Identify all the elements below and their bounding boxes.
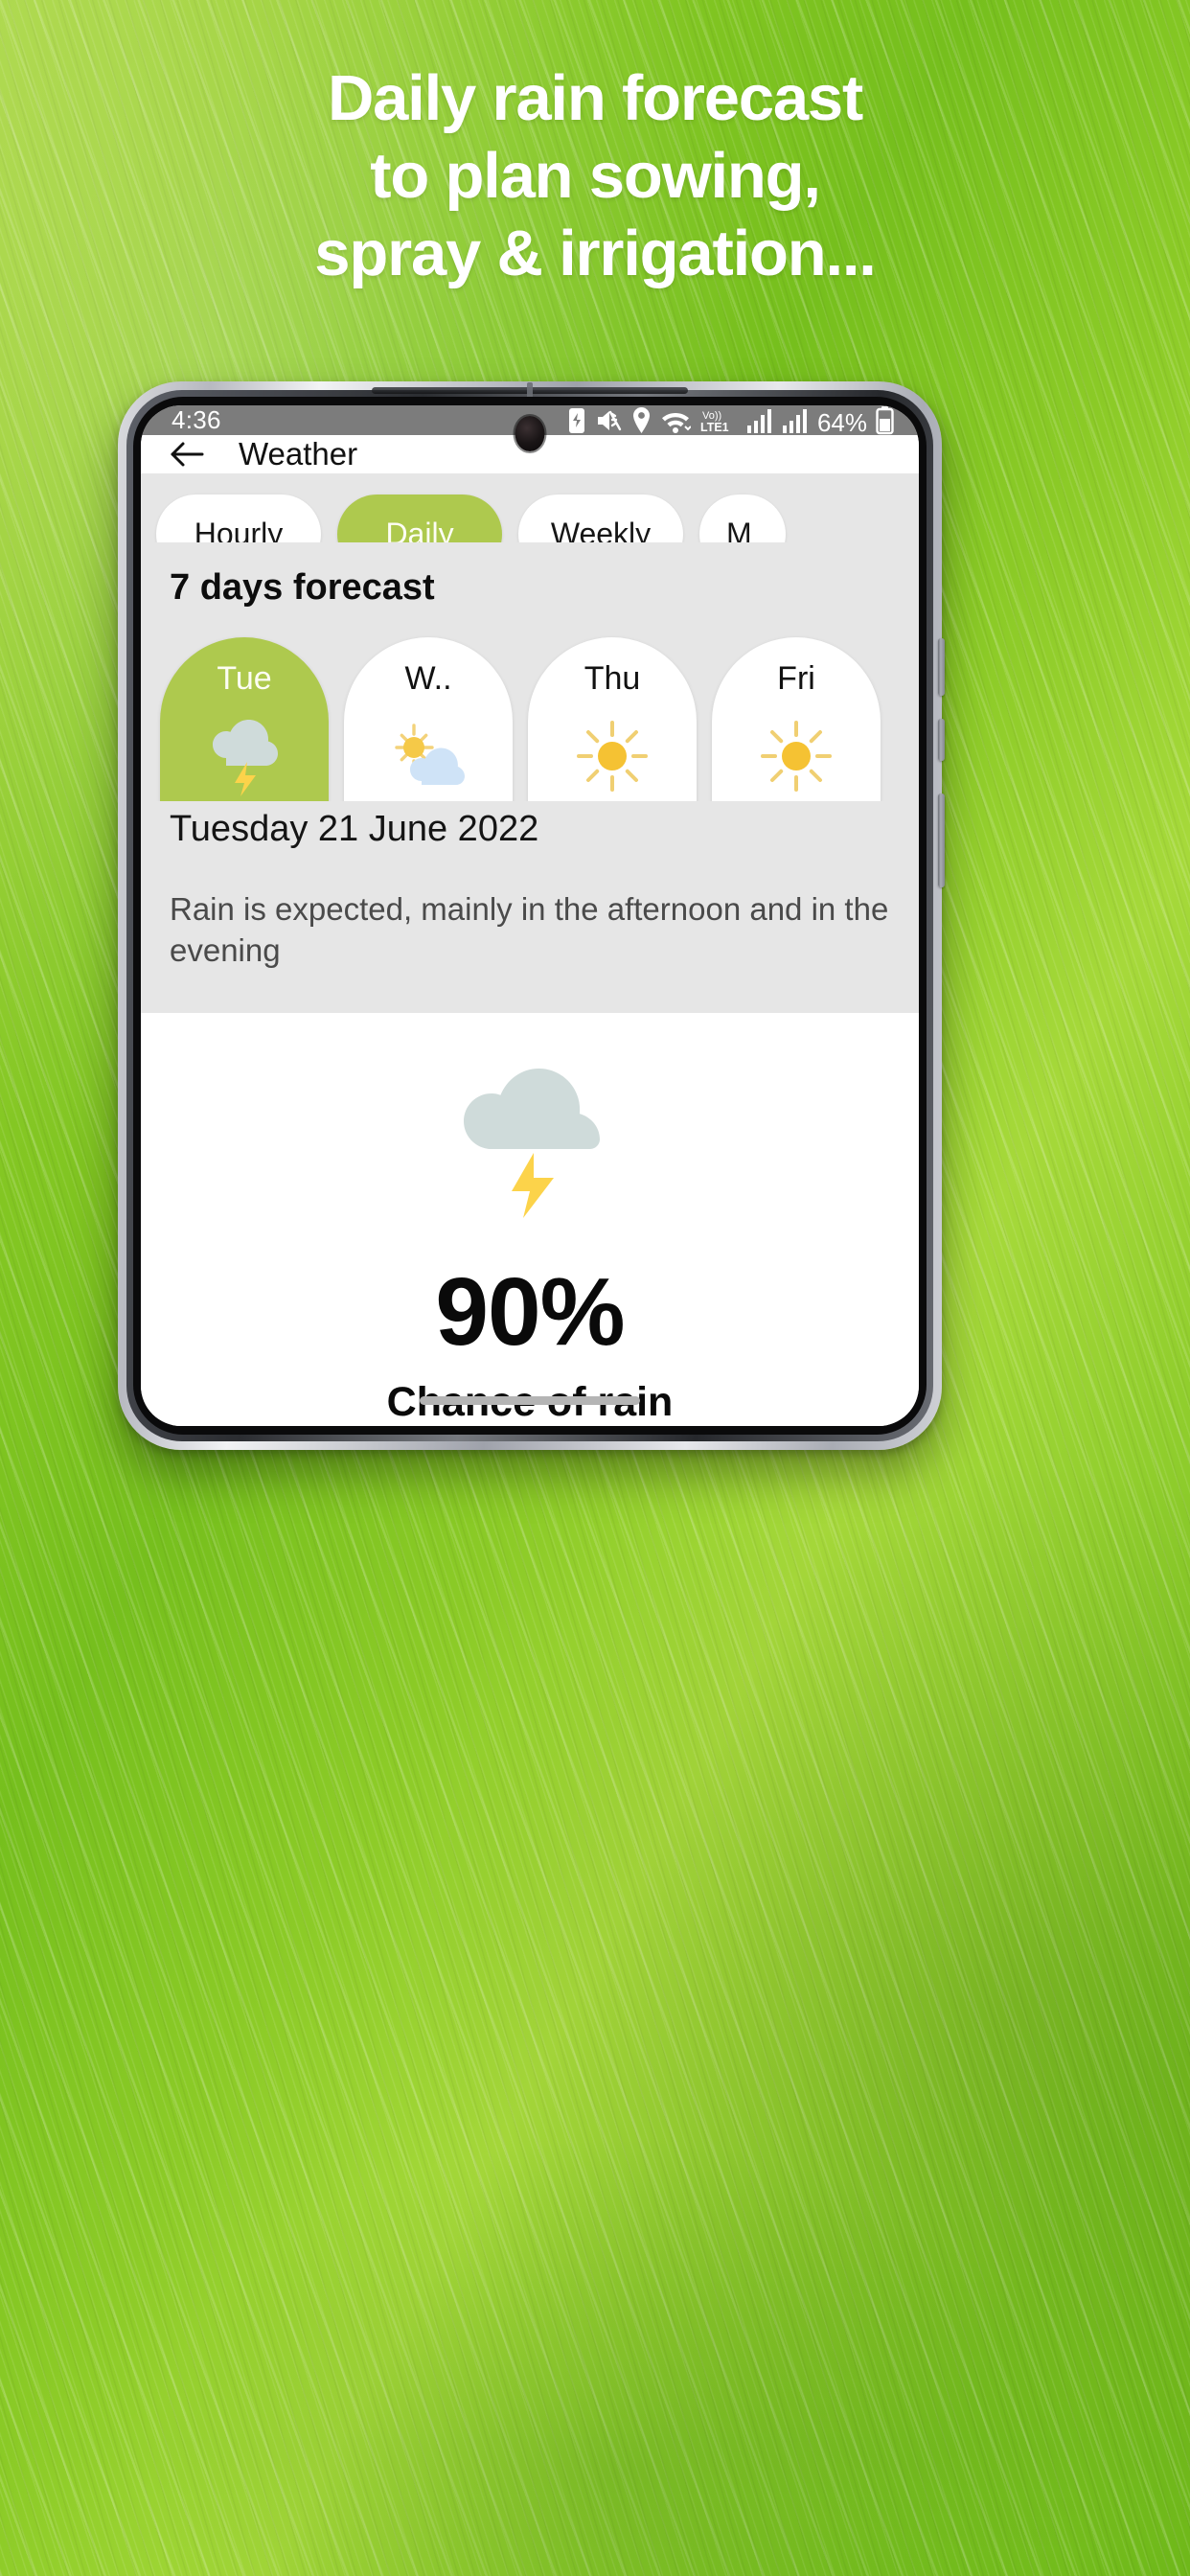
selected-day-detail: Tuesday 21 June 2022 Rain is expected, m…: [141, 801, 919, 1013]
tab-hourly[interactable]: Hourly: [156, 494, 321, 542]
tab-monthly[interactable]: M: [699, 494, 786, 542]
forecast-card-day: Thu: [584, 659, 641, 697]
signal-sim2-icon: [782, 408, 807, 433]
mute-icon: [597, 410, 622, 430]
forecast-card-fri[interactable]: Fri 0% Clear: [712, 636, 881, 801]
volume-down-button[interactable]: [938, 719, 945, 761]
rain-chance-panel: 90% Chance of rain: [141, 1013, 919, 1426]
detail-date: Tuesday 21 June 2022: [170, 809, 539, 849]
sun-icon: [574, 716, 651, 796]
rain-chance-value: 90%: [435, 1258, 625, 1366]
tab-weekly[interactable]: Weekly: [518, 494, 683, 542]
forecast-card-day: Tue: [217, 659, 272, 697]
back-arrow-icon[interactable]: [168, 435, 206, 473]
battery-icon: [876, 405, 894, 434]
phone-mockup: 4:36 Vo)) LTE1 64% Weather Hourly Daily …: [118, 381, 945, 1450]
svg-text:LTE1: LTE1: [700, 421, 729, 434]
cloud-lightning-icon: [203, 716, 286, 797]
cloud-lightning-icon: [439, 1055, 621, 1237]
sun-icon: [758, 716, 835, 796]
tab-hourly-label: Hourly: [194, 517, 284, 542]
section-title: 7 days forecast: [141, 541, 919, 630]
status-bar: 4:36 Vo)) LTE1 64%: [141, 405, 919, 451]
front-camera-punchhole: [515, 416, 545, 451]
promo-headline: Daily rain forecast to plan sowing, spra…: [0, 59, 1190, 292]
tab-weekly-label: Weekly: [550, 517, 652, 542]
tab-daily-label: Daily: [385, 517, 454, 542]
phone-screen: 4:36 Vo)) LTE1 64% Weather Hourly Daily …: [141, 405, 919, 1426]
tab-monthly-label: M: [726, 517, 752, 542]
detail-description: Rain is expected, mainly in the afternoo…: [170, 891, 889, 968]
volume-up-button[interactable]: [938, 638, 945, 696]
signal-sim1-icon: [746, 408, 771, 433]
tab-daily[interactable]: Daily: [337, 494, 502, 542]
forecast-card-thu[interactable]: Thu 0% Clear: [528, 636, 697, 801]
forecast-card-day: W..: [404, 659, 452, 697]
sun-cloud-icon: [387, 716, 469, 796]
battery-saver-icon: [568, 407, 584, 433]
headline-line-3: spray & irrigation...: [314, 218, 877, 289]
headline-line-1: Daily rain forecast: [327, 62, 863, 134]
forecast-tabs[interactable]: Hourly Daily Weekly M: [141, 473, 919, 542]
page-title: Weather: [239, 436, 358, 472]
headline-line-2: to plan sowing,: [370, 140, 821, 212]
battery-percent-label: 64%: [816, 407, 867, 437]
wifi-icon: [661, 412, 691, 433]
forecast-card-wed[interactable]: W.. 70% Light: [344, 636, 513, 801]
status-bar-clock: 4:36: [172, 405, 221, 434]
power-button[interactable]: [938, 794, 945, 887]
forecast-card-day: Fri: [777, 659, 815, 697]
forecast-card-tue[interactable]: Tue 9.. Hea..: [160, 636, 329, 801]
forecast-card-list[interactable]: Tue 9.. Hea.. W..: [141, 629, 919, 801]
volte-icon: Vo))LTE1: [700, 410, 729, 434]
location-icon: [632, 406, 650, 433]
home-indicator[interactable]: [420, 1396, 640, 1405]
